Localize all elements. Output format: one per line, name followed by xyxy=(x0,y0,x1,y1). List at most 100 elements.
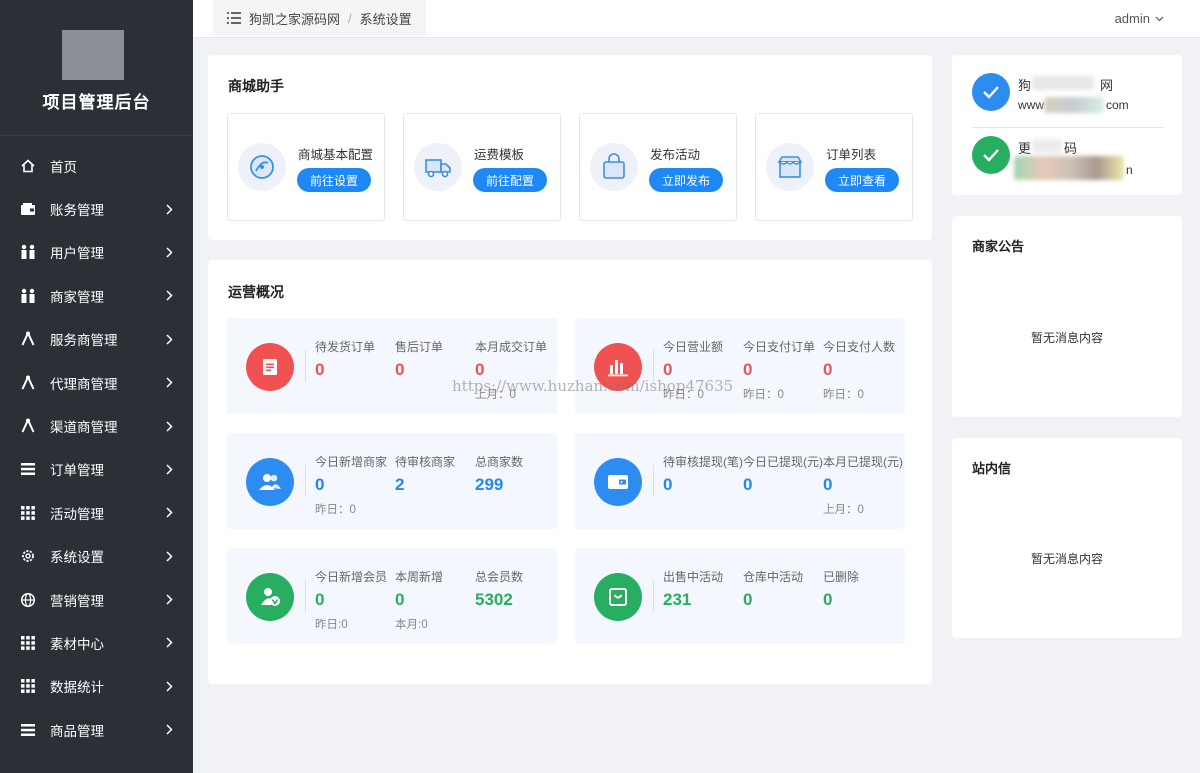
stat-value: 0 xyxy=(823,590,833,609)
sidebar-item[interactable]: 系统设置 xyxy=(0,535,193,578)
divider xyxy=(305,580,306,612)
stat-compare: 昨日：0 xyxy=(743,389,784,401)
branch-icon xyxy=(18,416,38,436)
verify-row-website xyxy=(972,73,1010,111)
stat-compare: 昨日：0 xyxy=(315,504,356,516)
stat-value: 0 xyxy=(743,590,753,609)
stat-value: 0 xyxy=(663,475,673,494)
sidebar-item-label: 营销管理 xyxy=(50,593,104,609)
stat-metric: 本月已提现(元) 0 上月：0 xyxy=(823,453,909,517)
panel-title: 运营概况 xyxy=(228,284,284,300)
stat-value: 0 xyxy=(823,475,833,494)
chevron-right-icon xyxy=(163,333,175,345)
username[interactable]: admin xyxy=(1115,11,1150,26)
stat-label: 今日营业额 xyxy=(663,340,724,354)
grid-icon xyxy=(18,676,38,696)
go-settings-button[interactable]: 前往设置 xyxy=(297,168,371,192)
stat-metric: 已删除 0 xyxy=(823,568,909,610)
stat-value: 0 xyxy=(823,360,833,379)
stat-card: 出售中活动 231 仓库中活动 0 已删除 0 xyxy=(575,548,905,644)
stat-label: 总商家数 xyxy=(475,455,524,469)
sidebar-item[interactable]: 代理商管理 xyxy=(0,361,193,404)
sidebar-item[interactable]: 商家管理 xyxy=(0,274,193,317)
inbox-panel: 站内信 暂无消息内容 xyxy=(952,438,1182,638)
sidebar-item[interactable]: 素材中心 xyxy=(0,621,193,664)
merchant-notice-panel: 商家公告 暂无消息内容 xyxy=(952,216,1182,417)
stat-card: 待发货订单 0 售后订单 0 本月成交订单 0 上月：0 xyxy=(227,318,557,414)
publish-now-button[interactable]: 立即发布 xyxy=(649,168,723,192)
grid-icon xyxy=(18,503,38,523)
sidebar-item[interactable]: 账务管理 xyxy=(0,187,193,230)
sidebar-item[interactable]: 数据统计 xyxy=(0,665,193,708)
sidebar-item[interactable]: 服务商管理 xyxy=(0,318,193,361)
sidebar-item[interactable]: 订单管理 xyxy=(0,448,193,491)
stat-value: 5302 xyxy=(475,590,513,609)
sidebar-item[interactable]: 渠道商管理 xyxy=(0,404,193,447)
shopping-bag-icon xyxy=(590,143,638,191)
grid-icon xyxy=(18,633,38,653)
top-header: 狗凯之家源码网 / 系统设置 admin xyxy=(193,0,1200,38)
stat-metric: 出售中活动 231 xyxy=(663,568,749,610)
go-configure-button[interactable]: 前往配置 xyxy=(473,168,547,192)
verify-url-end: com xyxy=(1106,98,1129,112)
sidebar-item-label: 系统设置 xyxy=(50,550,104,566)
user-menu[interactable]: admin xyxy=(1115,11,1164,26)
view-now-button[interactable]: 立即查看 xyxy=(825,168,899,192)
stat-value: 0 xyxy=(395,590,405,609)
check-icon xyxy=(972,73,1010,111)
divider xyxy=(653,580,654,612)
sidebar-item[interactable]: 首页 xyxy=(0,144,193,187)
member-icon xyxy=(246,573,294,621)
sidebar-item[interactable]: 活动管理 xyxy=(0,491,193,534)
sidebar-item-label: 活动管理 xyxy=(50,506,104,522)
chevron-right-icon xyxy=(163,594,175,606)
panel-title: 商家公告 xyxy=(972,239,1025,254)
menu-list-icon[interactable] xyxy=(227,12,241,24)
card-label: 发布活动 xyxy=(650,148,701,162)
blurred-url xyxy=(1014,156,1124,180)
stat-value: 0 xyxy=(315,590,325,609)
stat-value: 0 xyxy=(315,475,325,494)
verify-title-1-end: 网 xyxy=(1100,78,1114,93)
stat-label: 待审核提现(笔) xyxy=(663,455,743,469)
chevron-right-icon xyxy=(163,420,175,432)
stat-label: 本月成交订单 xyxy=(475,340,548,354)
list-icon xyxy=(18,720,38,740)
stat-compare: 昨日:0 xyxy=(315,619,348,631)
breadcrumb-home[interactable]: 狗凯之家源码网 xyxy=(249,9,340,28)
divider xyxy=(305,465,306,497)
chevron-right-icon xyxy=(163,290,175,302)
divider xyxy=(653,465,654,497)
shopping-bag-icon xyxy=(594,573,642,621)
sidebar-item[interactable]: 商品管理 xyxy=(0,708,193,751)
document-icon xyxy=(246,343,294,391)
check-icon xyxy=(972,136,1010,174)
stat-label: 本月已提现(元) xyxy=(823,455,903,469)
verify-row-source xyxy=(972,136,1010,174)
list-icon xyxy=(18,459,38,479)
stat-label: 今日支付订单 xyxy=(743,340,816,354)
card-label: 订单列表 xyxy=(826,148,877,162)
card-label: 商城基本配置 xyxy=(298,148,374,162)
logo-image xyxy=(62,20,124,80)
sidebar-item[interactable]: 营销管理 xyxy=(0,578,193,621)
sidebar-item-label: 渠道商管理 xyxy=(50,420,118,436)
chevron-down-icon[interactable] xyxy=(1155,16,1164,22)
sidebar-item[interactable]: 用户管理 xyxy=(0,231,193,274)
stat-card: 今日营业额 0 昨日：0 今日支付订单 0 昨日：0 今日支付人数 0 昨日：0 xyxy=(575,318,905,414)
stat-metric: 售后订单 0 xyxy=(395,338,481,380)
stat-metric: 今日支付人数 0 昨日：0 xyxy=(823,338,909,402)
stat-metric: 待审核商家 2 xyxy=(395,453,481,495)
sidebar-item-label: 账务管理 xyxy=(50,203,104,219)
breadcrumb-current: 系统设置 xyxy=(359,11,412,27)
blurred-text xyxy=(1032,76,1094,90)
stat-card: 待审核提现(笔) 0 今日已提现(元) 0 本月已提现(元) 0 上月：0 xyxy=(575,433,905,529)
home-icon xyxy=(18,156,38,176)
chevron-right-icon xyxy=(163,246,175,258)
stat-value: 0 xyxy=(743,360,753,379)
stat-label: 已删除 xyxy=(823,570,860,584)
stat-metric: 今日新增会员 0 昨日:0 xyxy=(315,568,401,632)
stat-card: 今日新增商家 0 昨日：0 待审核商家 2 总商家数 299 xyxy=(227,433,557,529)
stat-compare: 上月：0 xyxy=(823,504,864,516)
sidebar-item-label: 订单管理 xyxy=(50,463,104,479)
